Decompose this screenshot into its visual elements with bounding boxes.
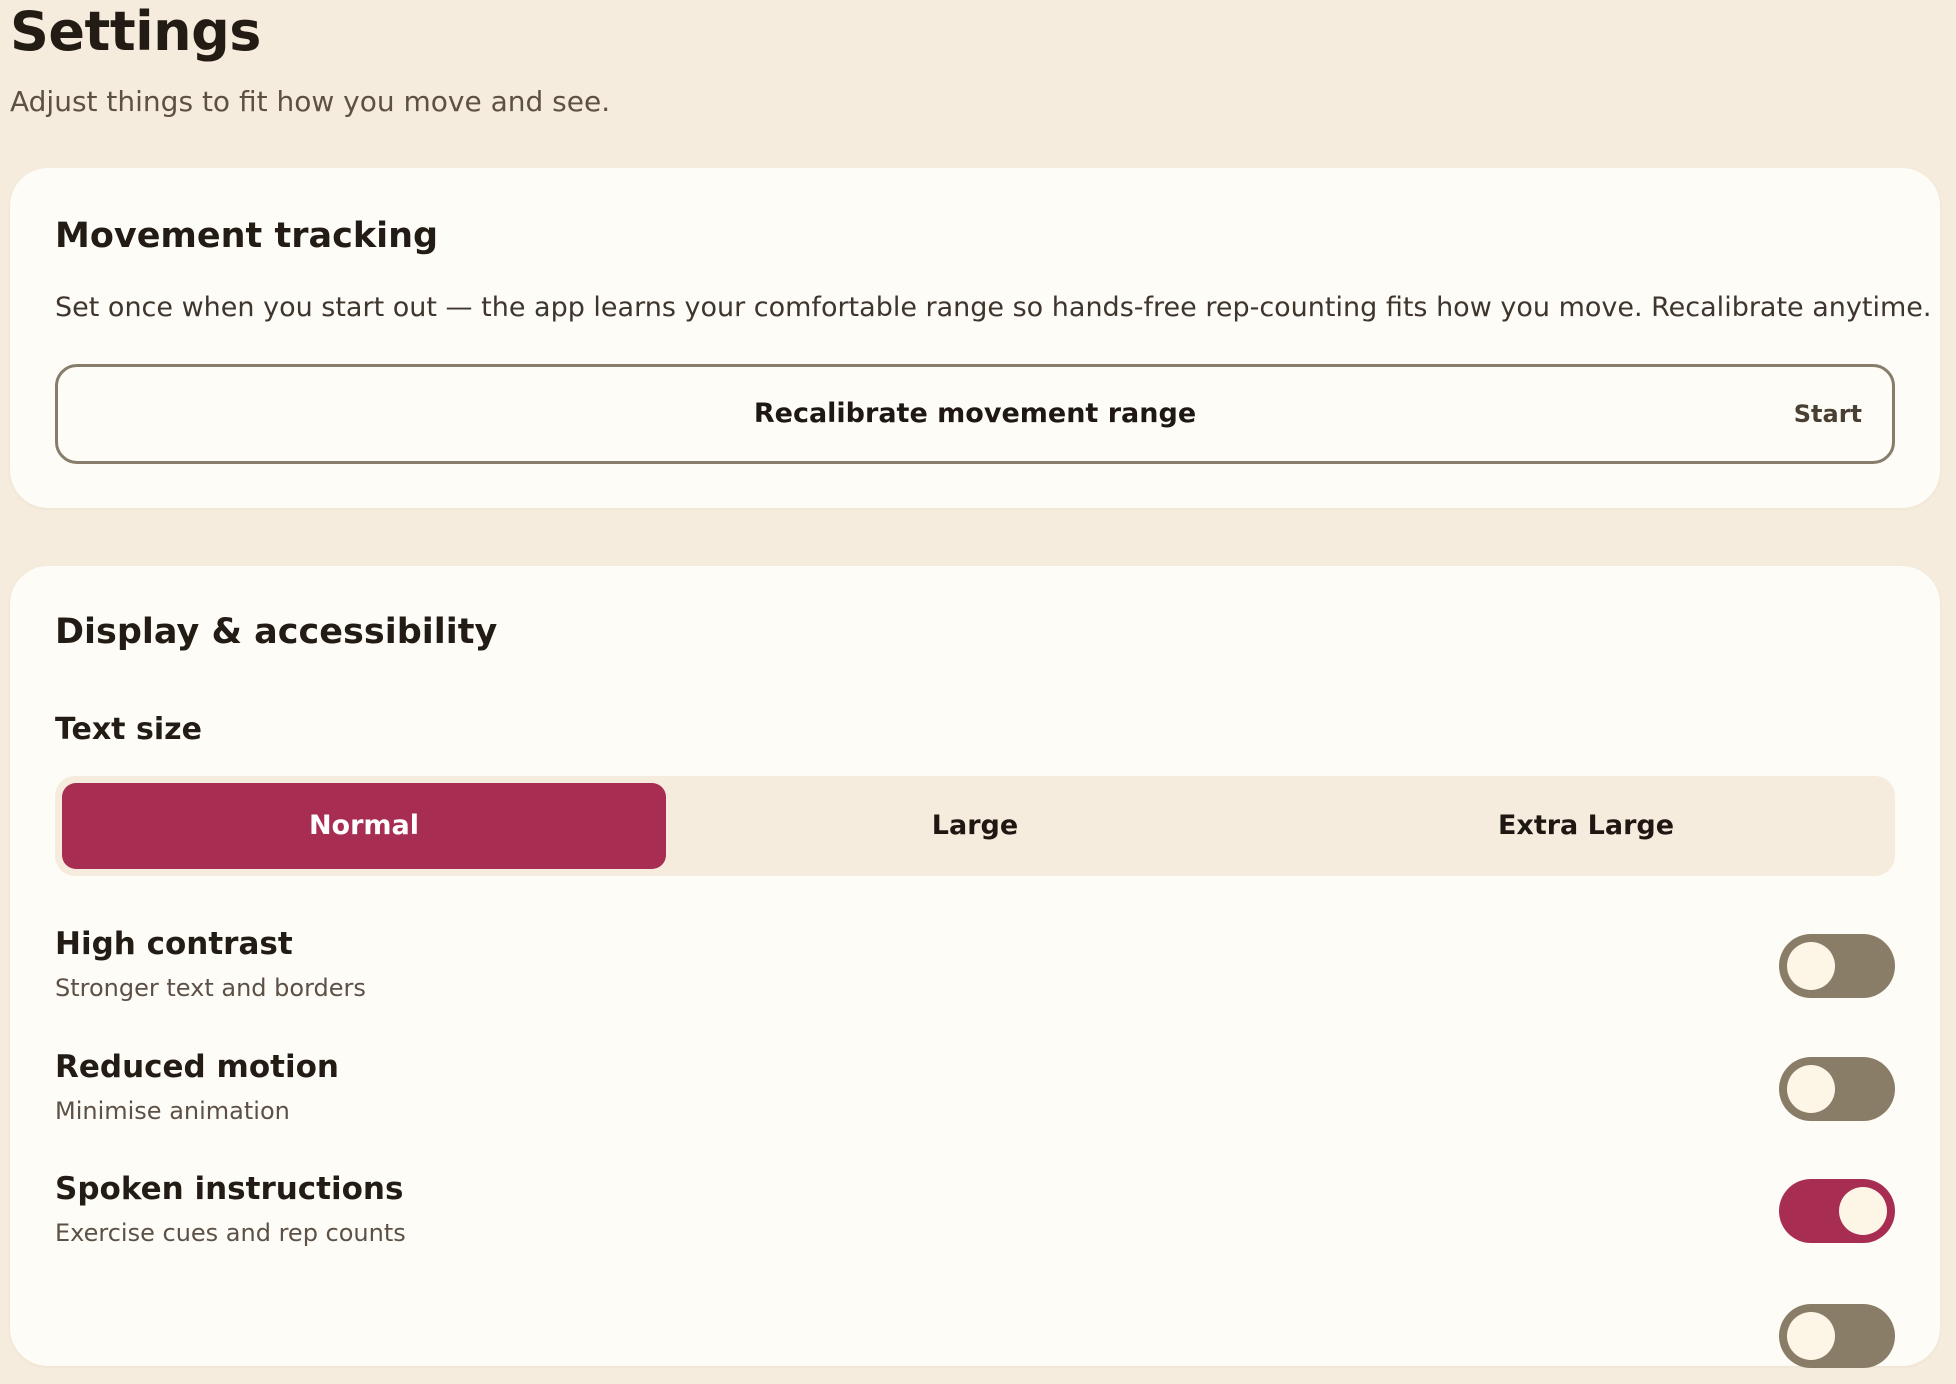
text-size-option-large[interactable]: Large: [673, 783, 1277, 869]
toggle-knob: [1839, 1187, 1887, 1235]
next-setting-row: [55, 1294, 1895, 1384]
display-accessibility-card: Display & accessibility Text size Normal…: [10, 566, 1940, 1368]
page-subtitle: Adjust things to fit how you move and se…: [10, 85, 611, 118]
movement-tracking-title: Movement tracking: [55, 216, 439, 256]
spoken-instructions-row: Spoken instructions Exercise cues and re…: [55, 1169, 1895, 1259]
high-contrast-title: High contrast: [55, 926, 293, 962]
toggle-knob: [1787, 1312, 1835, 1360]
toggle-knob: [1787, 1065, 1835, 1113]
page-title: Settings: [10, 0, 261, 63]
spoken-instructions-subtitle: Exercise cues and rep counts: [55, 1219, 406, 1247]
display-accessibility-title: Display & accessibility: [55, 612, 498, 652]
movement-tracking-description: Set once when you start out — the app le…: [55, 292, 1932, 323]
next-setting-toggle[interactable]: [1779, 1304, 1895, 1368]
spoken-instructions-title: Spoken instructions: [55, 1171, 404, 1207]
text-size-option-normal[interactable]: Normal: [62, 783, 666, 869]
reduced-motion-subtitle: Minimise animation: [55, 1097, 290, 1125]
recalibrate-button[interactable]: Recalibrate movement range Start: [55, 364, 1895, 464]
toggle-knob: [1787, 942, 1835, 990]
reduced-motion-title: Reduced motion: [55, 1049, 339, 1085]
high-contrast-toggle[interactable]: [1779, 934, 1895, 998]
high-contrast-subtitle: Stronger text and borders: [55, 974, 366, 1002]
high-contrast-row: High contrast Stronger text and borders: [55, 924, 1895, 1014]
recalibrate-label: Recalibrate movement range: [753, 398, 1197, 429]
reduced-motion-row: Reduced motion Minimise animation: [55, 1047, 1895, 1137]
spoken-instructions-toggle[interactable]: [1779, 1179, 1895, 1243]
text-size-option-extra-large[interactable]: Extra Large: [1284, 783, 1888, 869]
text-size-selector: Normal Large Extra Large: [55, 776, 1895, 876]
recalibrate-start-label: Start: [1793, 400, 1862, 428]
text-size-label: Text size: [55, 712, 202, 747]
movement-tracking-card: Movement tracking Set once when you star…: [10, 168, 1940, 508]
reduced-motion-toggle[interactable]: [1779, 1057, 1895, 1121]
